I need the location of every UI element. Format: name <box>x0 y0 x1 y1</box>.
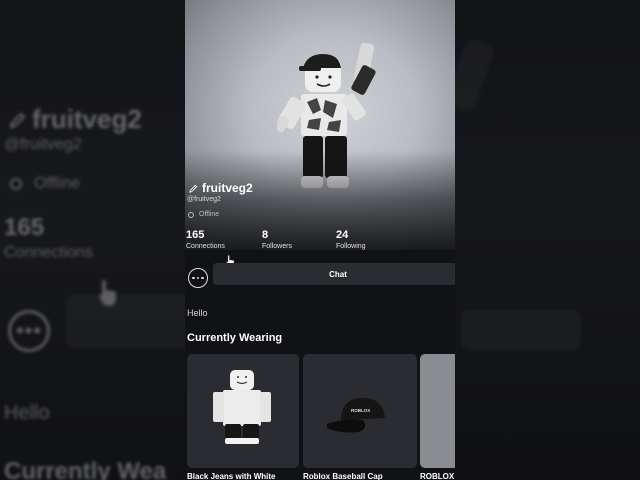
stat-value: 24 <box>336 229 349 241</box>
more-icon-dot <box>196 276 200 280</box>
stat-connections[interactable]: 165 Connections <box>186 229 225 250</box>
bg-status: Offline <box>10 175 80 193</box>
bg-section-title: Currently Wea <box>4 458 167 480</box>
item-thumbnail-jeans <box>213 370 271 444</box>
more-options-button[interactable] <box>188 268 208 288</box>
bg-status-dot-icon <box>10 178 22 190</box>
bg-connections-count: 165 <box>4 214 45 241</box>
wearing-item-card[interactable] <box>187 354 299 468</box>
wearing-item-card[interactable]: ROBLOX <box>303 354 417 468</box>
more-icon <box>192 276 195 280</box>
stat-label: Following <box>336 243 366 250</box>
wearing-item-card[interactable] <box>420 354 455 468</box>
stat-following[interactable]: 24 Following <box>336 229 366 250</box>
presence-status: Offline <box>188 211 219 218</box>
item-label[interactable]: Roblox Baseball Cap <box>303 472 417 480</box>
bg-handle: @fruitveg2 <box>4 136 82 153</box>
currently-wearing-title: Currently Wearing <box>187 332 283 344</box>
scene-fade <box>185 150 455 260</box>
bg-connections-label: Connections <box>4 244 93 261</box>
background-zoom-right <box>455 0 640 480</box>
bg-username: fruitveg2 <box>8 104 142 135</box>
bg-avatar-arm <box>455 36 497 114</box>
status-dot-icon <box>188 211 194 218</box>
stat-label: Followers <box>262 243 292 250</box>
bg-bio: Hello <box>4 402 50 424</box>
item-label[interactable]: ROBLOX <box>420 472 455 480</box>
chat-button[interactable]: Chat <box>213 263 455 285</box>
username: fruitveg2 <box>202 181 253 195</box>
stat-value: 165 <box>186 229 205 241</box>
bg-chat-button <box>66 294 185 348</box>
background-zoom-left: fruitveg2 @fruitveg2 Offline 165 Connect… <box>0 0 185 480</box>
bg-pencil-icon <box>9 112 26 129</box>
status-text: Offline <box>199 211 220 218</box>
background-zoom-content: fruitveg2 @fruitveg2 Offline 165 Connect… <box>0 0 185 480</box>
profile-screen: fruitveg2 @fruitveg2 Offline 165 Connect… <box>185 0 455 480</box>
bg-more-icon: ••• <box>8 310 50 352</box>
stat-label: Connections <box>186 243 225 250</box>
user-handle: @fruitveg2 <box>187 196 221 203</box>
item-label[interactable]: Black Jeans with White <box>187 472 301 480</box>
background-zoom-right-content <box>455 0 640 480</box>
item-thumbnail-cap: ROBLOX <box>327 398 385 433</box>
username-row: fruitveg2 <box>189 181 253 195</box>
pencil-icon[interactable] <box>189 184 198 193</box>
bio-text: Hello <box>187 308 208 318</box>
more-icon-dot <box>201 276 204 280</box>
bg-hand-cursor-icon <box>98 279 117 307</box>
cap-logo-text: ROBLOX <box>351 408 370 413</box>
stat-followers[interactable]: 8 Followers <box>262 229 292 250</box>
stat-value: 8 <box>262 229 269 241</box>
bg-chat-button-right <box>461 310 581 350</box>
